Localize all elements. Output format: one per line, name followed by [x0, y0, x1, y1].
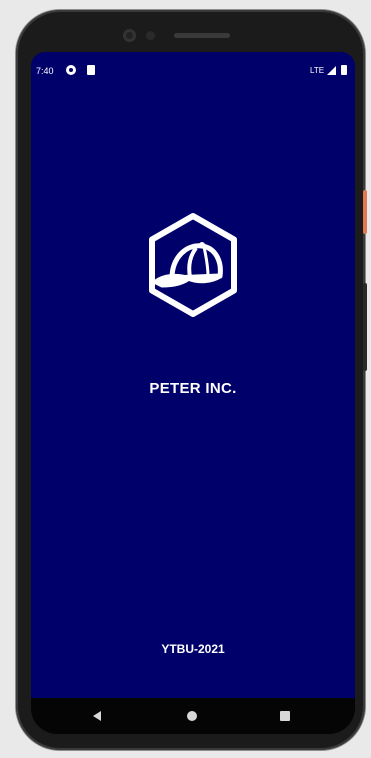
navigation-bar [31, 698, 355, 734]
recents-icon[interactable] [280, 711, 290, 721]
company-name: PETER INC. [149, 380, 237, 397]
data-saver-icon [66, 65, 76, 75]
home-icon[interactable] [187, 711, 197, 721]
network-type-label: LTE [310, 66, 325, 75]
status-time: 7:40 [36, 66, 54, 76]
status-bar: 7:40 LTE [31, 52, 355, 88]
proximity-sensor [146, 31, 155, 40]
signal-icon [327, 66, 336, 75]
battery-icon [341, 65, 347, 75]
power-button[interactable] [363, 190, 367, 234]
footer-version-label: YTBU-2021 [161, 642, 225, 656]
back-icon[interactable] [93, 711, 101, 721]
sim-card-icon [87, 65, 95, 75]
splash-screen: 7:40 LTE PETER INC. YTBU-2021 [31, 52, 355, 698]
front-camera [123, 29, 136, 42]
baseball-cap-hexagon-icon [149, 213, 237, 317]
volume-rocker[interactable] [363, 283, 367, 371]
earpiece-speaker [174, 33, 230, 38]
